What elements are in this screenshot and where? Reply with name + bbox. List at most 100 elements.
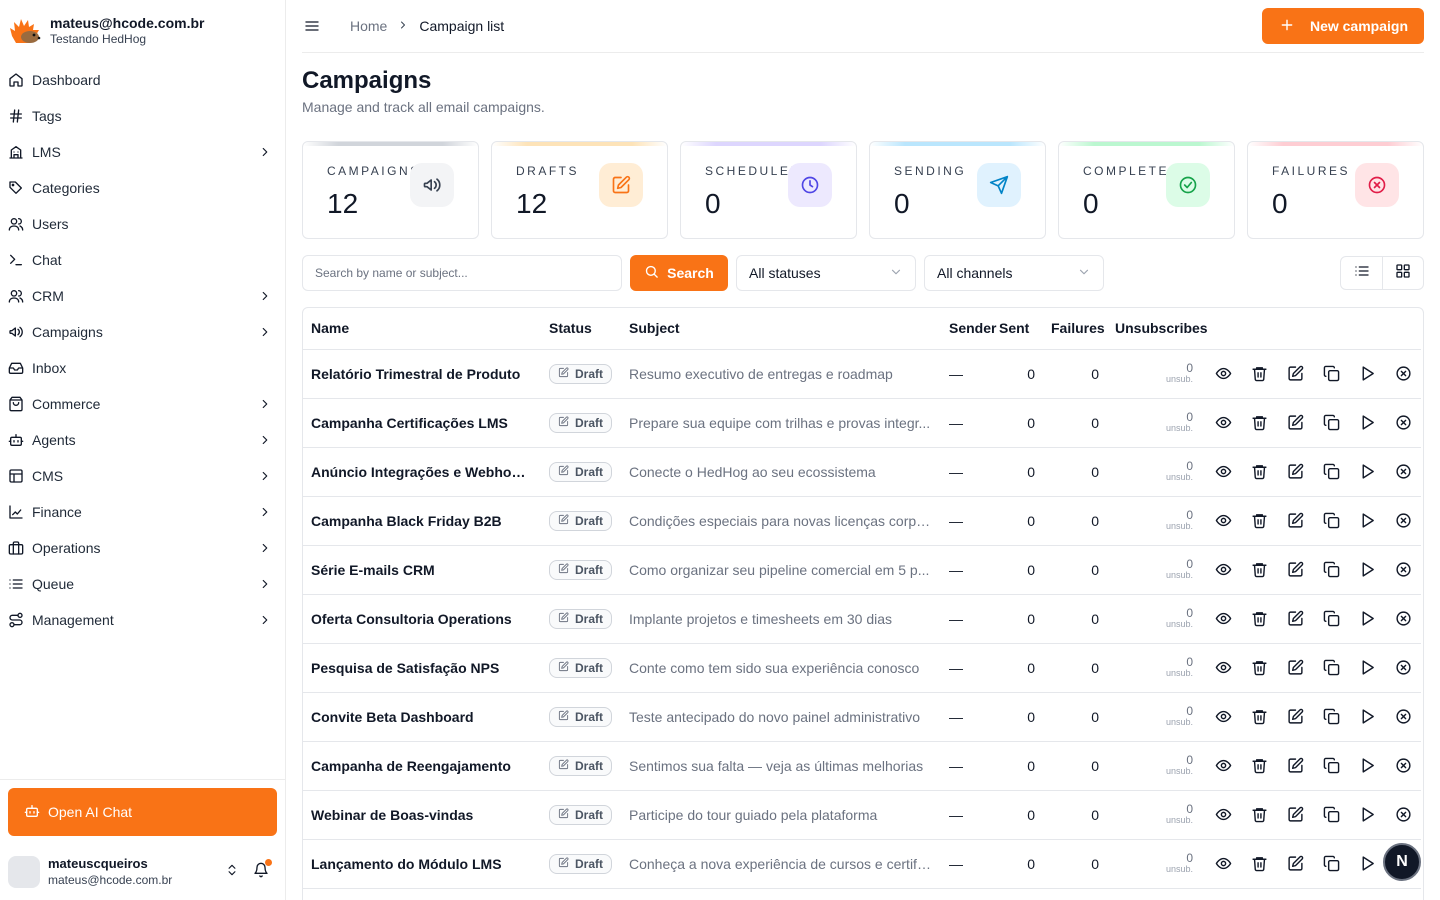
campaign-name[interactable]: Relatório Trimestral de Produto <box>303 349 541 399</box>
play-icon[interactable] <box>1357 707 1377 727</box>
play-icon[interactable] <box>1357 658 1377 678</box>
eye-icon[interactable] <box>1213 364 1233 384</box>
x-circle-icon[interactable] <box>1393 805 1413 825</box>
edit-icon[interactable] <box>1285 511 1305 531</box>
x-circle-icon[interactable] <box>1393 609 1413 629</box>
x-circle-icon[interactable] <box>1393 413 1413 433</box>
edit-icon[interactable] <box>1285 854 1305 874</box>
sidebar-item-cms[interactable]: CMS <box>8 458 277 494</box>
sidebar-item-categories[interactable]: Categories <box>8 170 277 206</box>
campaign-name[interactable]: Webinar de Boas-vindas <box>303 790 541 840</box>
trash-icon[interactable] <box>1249 462 1269 482</box>
copy-icon[interactable] <box>1321 609 1341 629</box>
copy-icon[interactable] <box>1321 658 1341 678</box>
sidebar-item-commerce[interactable]: Commerce <box>8 386 277 422</box>
table-row[interactable]: Campanha de Reengajamento Draft Sentimos s… <box>303 741 1421 791</box>
table-row[interactable]: Anúncio Integrações e Webhooks Draft Conec… <box>303 447 1421 497</box>
play-icon[interactable] <box>1357 364 1377 384</box>
copy-icon[interactable] <box>1321 413 1341 433</box>
trash-icon[interactable] <box>1249 413 1269 433</box>
eye-icon[interactable] <box>1213 511 1233 531</box>
channel-filter-select[interactable]: All channels <box>924 255 1104 291</box>
sidebar-item-tags[interactable]: Tags <box>8 98 277 134</box>
edit-icon[interactable] <box>1285 707 1305 727</box>
play-icon[interactable] <box>1357 462 1377 482</box>
bell-icon[interactable] <box>253 858 272 883</box>
play-icon[interactable] <box>1357 413 1377 433</box>
table-row[interactable]: Campanha Black Friday B2B Draft Condições … <box>303 496 1421 546</box>
x-circle-icon[interactable] <box>1393 658 1413 678</box>
play-icon[interactable] <box>1357 756 1377 776</box>
sidebar-item-campaigns[interactable]: Campaigns <box>8 314 277 350</box>
campaign-name[interactable]: Lançamento do Módulo LMS <box>303 839 541 889</box>
copy-icon[interactable] <box>1321 707 1341 727</box>
edit-icon[interactable] <box>1285 364 1305 384</box>
x-circle-icon[interactable] <box>1393 511 1413 531</box>
eye-icon[interactable] <box>1213 609 1233 629</box>
trash-icon[interactable] <box>1249 756 1269 776</box>
play-icon[interactable] <box>1357 854 1377 874</box>
campaign-name[interactable]: Convite Beta Dashboard <box>303 692 541 742</box>
campaign-name[interactable]: Pesquisa de Satisfação NPS <box>303 643 541 693</box>
x-circle-icon[interactable] <box>1393 756 1413 776</box>
new-campaign-button[interactable]: New campaign <box>1261 8 1424 44</box>
open-ai-chat-button[interactable]: Open AI Chat <box>8 788 277 836</box>
eye-icon[interactable] <box>1213 560 1233 580</box>
eye-icon[interactable] <box>1213 707 1233 727</box>
chevrons-up-down-icon[interactable] <box>225 862 239 883</box>
trash-icon[interactable] <box>1249 658 1269 678</box>
campaign-name[interactable] <box>303 888 541 900</box>
list-view-button[interactable] <box>1341 257 1382 289</box>
copy-icon[interactable] <box>1321 364 1341 384</box>
campaign-name[interactable]: Série E-mails CRM <box>303 545 541 595</box>
edit-icon[interactable] <box>1285 609 1305 629</box>
table-row[interactable]: Pesquisa de Satisfação NPS Draft Conte com… <box>303 643 1421 693</box>
copy-icon[interactable] <box>1321 756 1341 776</box>
workspace-switcher[interactable]: mateus@hcode.com.br Testando HedHog <box>0 0 285 62</box>
sidebar-item-agents[interactable]: Agents <box>8 422 277 458</box>
edit-icon[interactable] <box>1285 756 1305 776</box>
sidebar-item-lms[interactable]: LMS <box>8 134 277 170</box>
sidebar-item-crm[interactable]: CRM <box>8 278 277 314</box>
eye-icon[interactable] <box>1213 413 1233 433</box>
breadcrumb-home[interactable]: Home <box>350 18 387 34</box>
copy-icon[interactable] <box>1321 560 1341 580</box>
edit-icon[interactable] <box>1285 658 1305 678</box>
copy-icon[interactable] <box>1321 805 1341 825</box>
campaign-name[interactable]: Campanha de Reengajamento <box>303 741 541 791</box>
copy-icon[interactable] <box>1321 854 1341 874</box>
search-input[interactable] <box>302 255 622 291</box>
table-row[interactable]: Série E-mails CRM Draft Como organizar seu… <box>303 545 1421 595</box>
table-row[interactable]: Relatório Trimestral de Produto Draft Resu… <box>303 349 1421 399</box>
menu-toggle-icon[interactable] <box>302 16 322 36</box>
x-circle-icon[interactable] <box>1393 462 1413 482</box>
copy-icon[interactable] <box>1321 511 1341 531</box>
play-icon[interactable] <box>1357 805 1377 825</box>
play-icon[interactable] <box>1357 511 1377 531</box>
play-icon[interactable] <box>1357 609 1377 629</box>
sidebar-item-inbox[interactable]: Inbox <box>8 350 277 386</box>
table-row[interactable]: Oferta Consultoria Operations Draft Implan… <box>303 594 1421 644</box>
trash-icon[interactable] <box>1249 560 1269 580</box>
table-row[interactable]: Webinar de Boas-vindas Draft Participe do … <box>303 790 1421 840</box>
x-circle-icon[interactable] <box>1393 364 1413 384</box>
edit-icon[interactable] <box>1285 413 1305 433</box>
trash-icon[interactable] <box>1249 364 1269 384</box>
sidebar-item-finance[interactable]: Finance <box>8 494 277 530</box>
x-circle-icon[interactable] <box>1393 707 1413 727</box>
eye-icon[interactable] <box>1213 756 1233 776</box>
edit-icon[interactable] <box>1285 805 1305 825</box>
sidebar-item-queue[interactable]: Queue <box>8 566 277 602</box>
eye-icon[interactable] <box>1213 658 1233 678</box>
edit-icon[interactable] <box>1285 462 1305 482</box>
trash-icon[interactable] <box>1249 805 1269 825</box>
sidebar-item-operations[interactable]: Operations <box>8 530 277 566</box>
edit-icon[interactable] <box>1285 560 1305 580</box>
status-filter-select[interactable]: All statuses <box>736 255 916 291</box>
table-row[interactable]: Lançamento do Módulo LMS Draft Conheça a n… <box>303 839 1421 889</box>
floating-avatar-button[interactable]: N <box>1383 843 1421 881</box>
table-row[interactable]: Convite Beta Dashboard Draft Teste antecip… <box>303 692 1421 742</box>
campaign-name[interactable]: Campanha Black Friday B2B <box>303 496 541 546</box>
sidebar-item-chat[interactable]: Chat <box>8 242 277 278</box>
search-button[interactable]: Search <box>630 255 728 291</box>
